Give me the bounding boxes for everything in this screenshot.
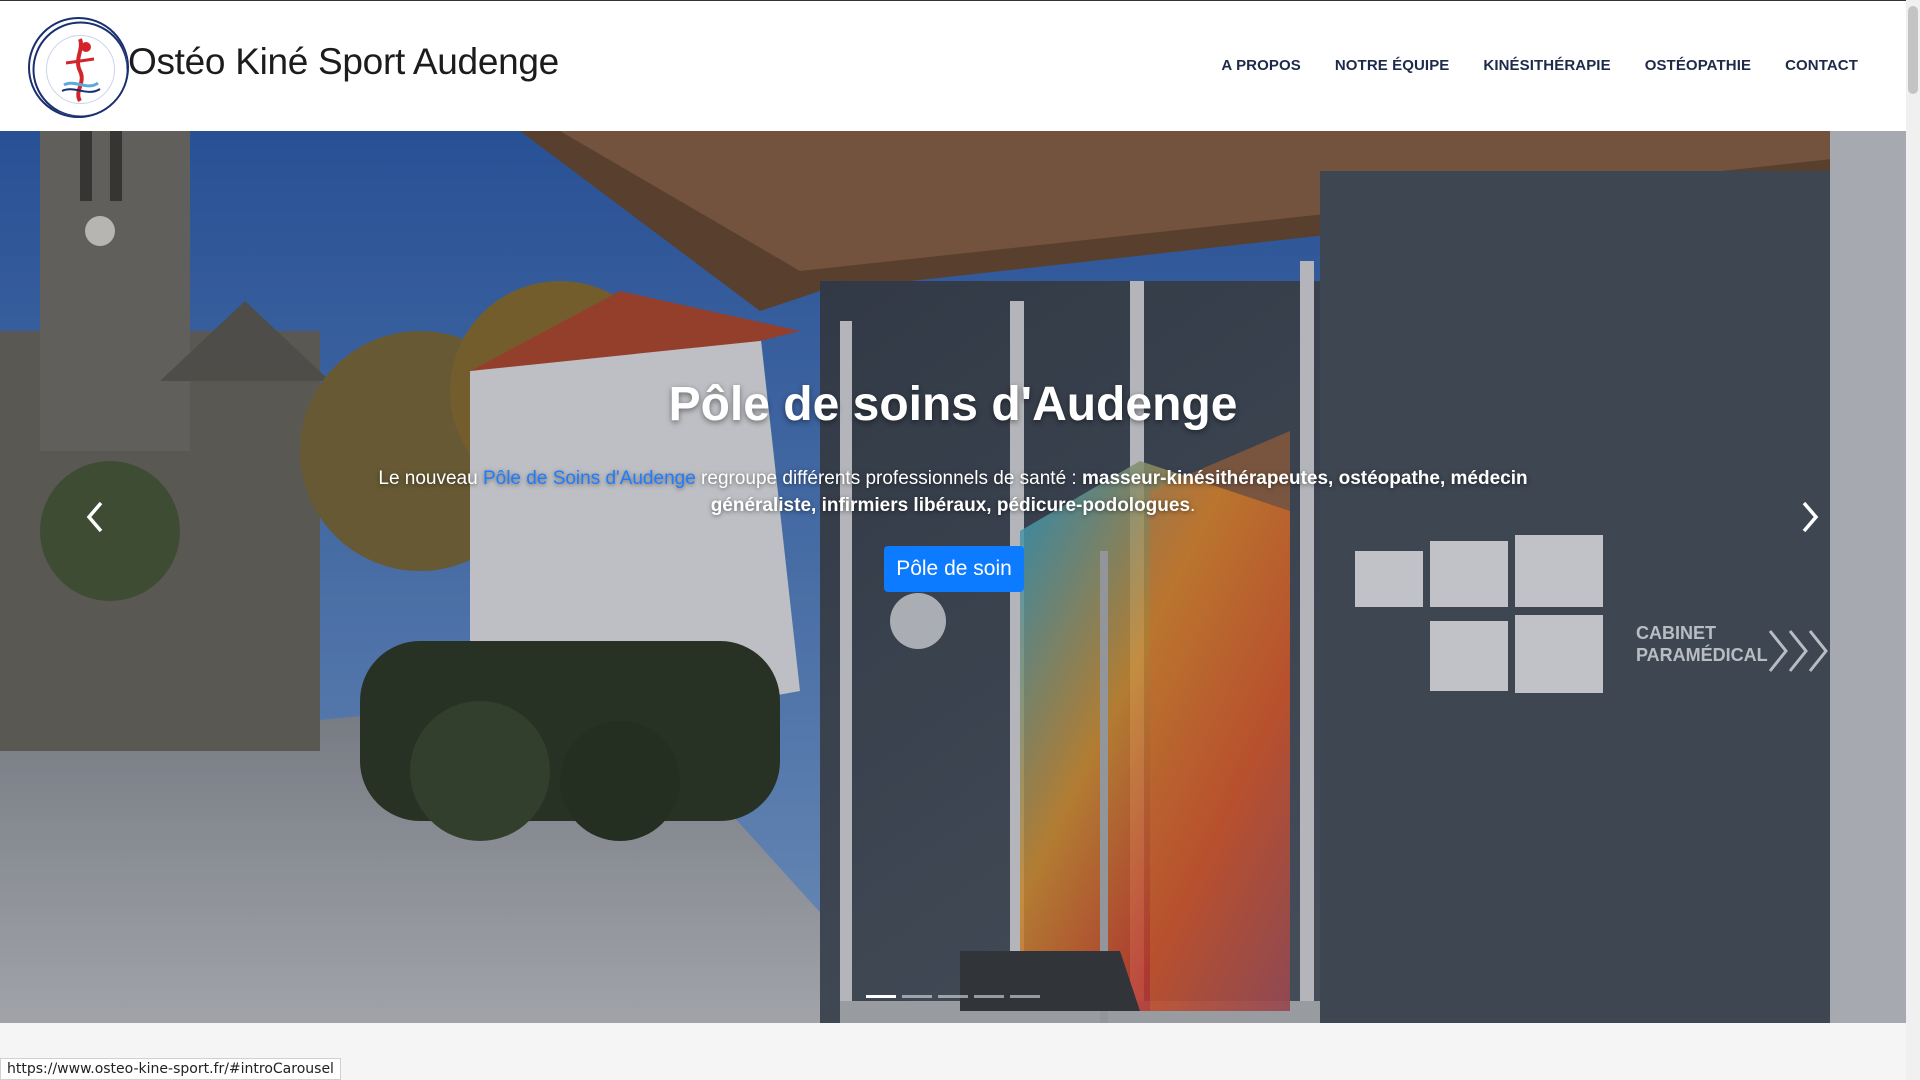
carousel-indicator[interactable] — [974, 995, 1004, 998]
nav-osteopathie[interactable]: OSTÉOPATHIE — [1645, 57, 1751, 74]
hero-title: Pôle de soins d'Audenge — [668, 378, 1238, 431]
site-logo[interactable] — [28, 17, 129, 118]
hero-text-end: . — [1190, 495, 1196, 516]
carousel-prev-button[interactable] — [65, 467, 125, 567]
main-nav: A PROPOS NOTRE ÉQUIPE KINÉSITHÉRAPIE OST… — [1221, 57, 1858, 74]
carousel-next-button[interactable] — [1780, 467, 1840, 567]
nav-contact[interactable]: CONTACT — [1785, 57, 1858, 74]
intro-carousel: CABINET PARAMÉDICAL Pôle de soins d'Aude… — [0, 131, 1906, 1023]
pole-de-soins-link[interactable]: Pôle de Soins d'Audenge — [483, 468, 696, 489]
browser-status-bar: https://www.osteo-kine-sport.fr/#introCa… — [0, 1058, 341, 1080]
carousel-indicator[interactable] — [902, 995, 932, 998]
chevron-right-icon — [1802, 501, 1819, 533]
scrollbar-thumb[interactable] — [1908, 6, 1918, 94]
hero-text-middle: regroupe différents professionnels de sa… — [695, 468, 1082, 489]
hero-text-intro: Le nouveau — [378, 468, 483, 489]
chevron-left-icon — [86, 501, 103, 533]
carousel-indicators — [866, 995, 1040, 998]
nav-a-propos[interactable]: A PROPOS — [1221, 57, 1300, 74]
hero-description: Le nouveau Pôle de Soins d'Audenge regro… — [360, 465, 1546, 519]
nav-kinesitherapie[interactable]: KINÉSITHÉRAPIE — [1483, 57, 1610, 74]
nav-notre-equipe[interactable]: NOTRE ÉQUIPE — [1335, 57, 1450, 74]
logo-graphic — [32, 21, 127, 116]
carousel-indicator[interactable] — [938, 995, 968, 998]
carousel-indicator[interactable] — [866, 995, 896, 998]
page: Ostéo Kiné Sport Audenge A PROPOS NOTRE … — [0, 0, 1920, 1080]
site-title[interactable]: Ostéo Kiné Sport Audenge — [128, 41, 559, 83]
site-header: Ostéo Kiné Sport Audenge A PROPOS NOTRE … — [0, 0, 1906, 131]
carousel-indicator[interactable] — [1010, 995, 1040, 998]
pole-de-soin-button[interactable]: Pôle de soin — [884, 546, 1024, 592]
page-scrollbar[interactable] — [1906, 0, 1920, 1080]
